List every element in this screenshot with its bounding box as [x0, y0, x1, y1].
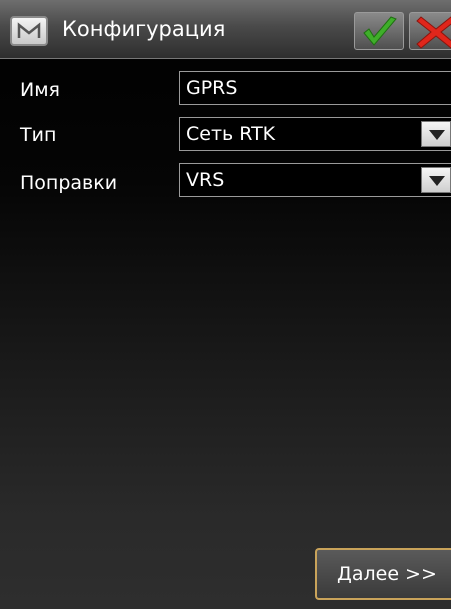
- corrections-label: Поправки: [20, 172, 118, 194]
- name-label: Имя: [20, 79, 60, 101]
- cancel-button[interactable]: [409, 12, 451, 50]
- corrections-dropdown-button[interactable]: [421, 167, 451, 193]
- chevron-down-icon: [429, 130, 445, 140]
- name-input-value: GPRS: [186, 77, 238, 99]
- window-title: Конфигурация: [62, 17, 226, 41]
- type-select-value: Сеть RTK: [186, 123, 276, 145]
- screen: Конфигурация Имя GPRS Тип Сеть RTK Попра…: [0, 0, 451, 609]
- name-input[interactable]: GPRS: [179, 71, 451, 105]
- corrections-select-value: VRS: [186, 169, 225, 191]
- type-dropdown-button[interactable]: [421, 121, 451, 147]
- check-icon: [363, 16, 397, 46]
- ok-button[interactable]: [354, 12, 404, 50]
- m-logo-icon: [17, 22, 41, 38]
- corrections-select[interactable]: VRS: [179, 163, 451, 197]
- next-button[interactable]: Далее >>: [315, 548, 451, 600]
- type-select[interactable]: Сеть RTK: [179, 117, 451, 151]
- type-label: Тип: [20, 124, 57, 146]
- close-x-icon: [416, 16, 451, 49]
- chevron-down-icon: [429, 176, 445, 186]
- title-bar: Конфигурация: [0, 0, 451, 59]
- app-menu-icon[interactable]: [10, 16, 48, 46]
